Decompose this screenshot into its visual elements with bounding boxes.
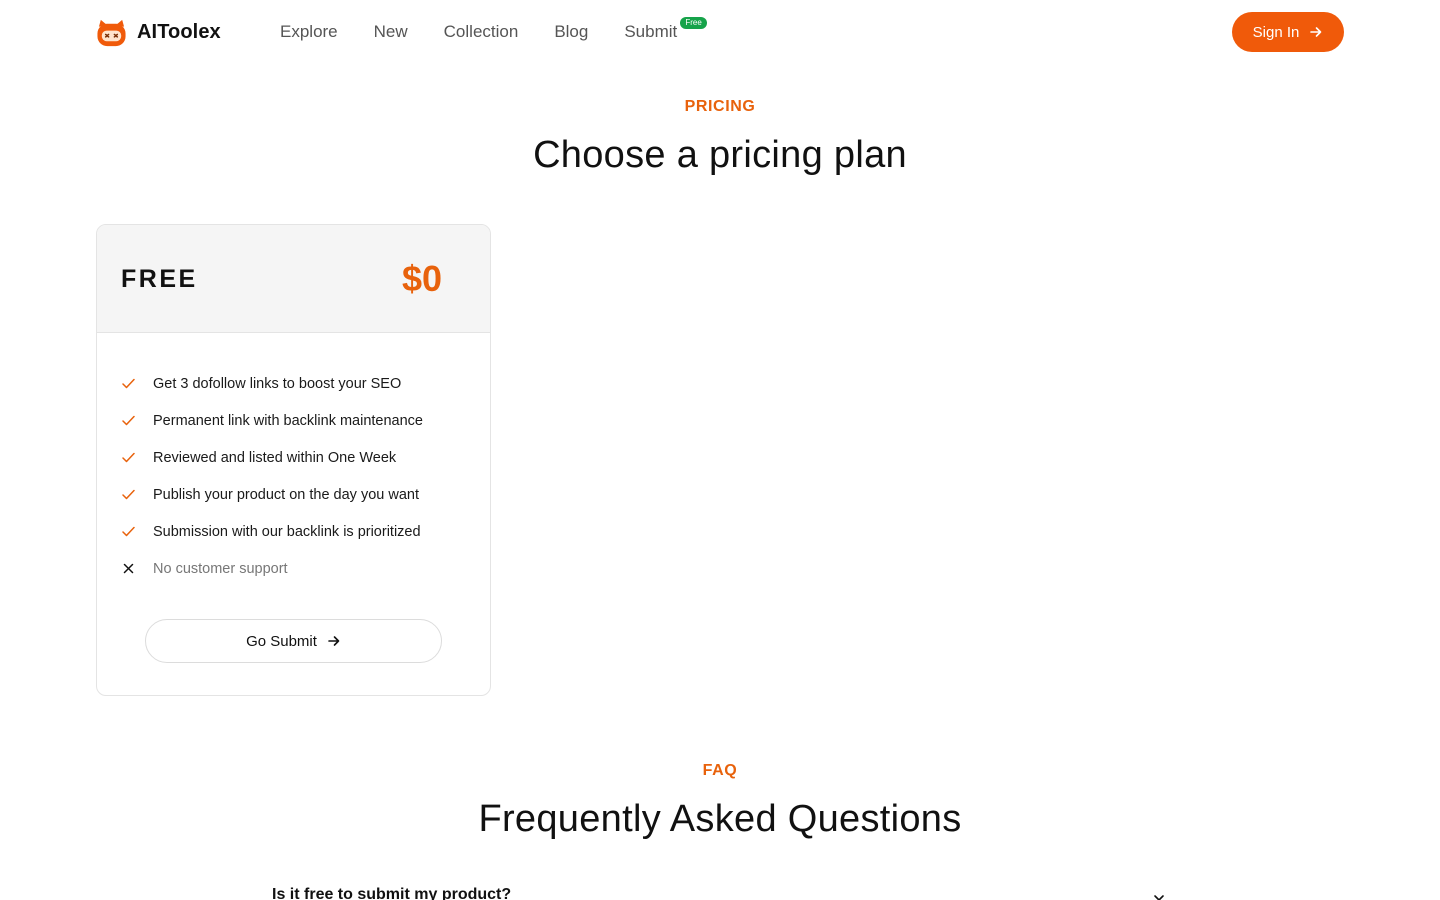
- pricing-eyebrow: PRICING: [684, 98, 756, 115]
- go-submit-button[interactable]: Go Submit: [145, 619, 442, 663]
- nav-collection[interactable]: Collection: [444, 22, 519, 42]
- brand-logo[interactable]: AIToolex: [96, 16, 221, 48]
- plan-name: FREE: [121, 265, 198, 293]
- brand-name: AIToolex: [137, 20, 221, 43]
- main-nav: Explore New Collection Blog Submit Free: [280, 17, 713, 44]
- free-badge: Free: [680, 17, 707, 29]
- check-icon: [122, 489, 135, 500]
- arrow-right-icon: [328, 636, 340, 646]
- nav-blog[interactable]: Blog: [554, 22, 588, 42]
- feature-text: Submission with our backlink is prioriti…: [153, 523, 421, 540]
- check-icon: [122, 526, 135, 537]
- plan-price: $0: [401, 258, 442, 299]
- x-icon: [123, 563, 134, 574]
- feature-text: No customer support: [153, 560, 288, 577]
- arrow-right-icon: [1310, 27, 1322, 37]
- nav-explore[interactable]: Explore: [280, 22, 338, 42]
- pricing-title: Choose a pricing plan: [533, 134, 907, 176]
- feature-item: Reviewed and listed within One Week: [121, 439, 423, 476]
- nav-submit-label: Submit: [624, 22, 678, 41]
- go-submit-label: Go Submit: [246, 632, 317, 650]
- pricing-card-free: FREE $0 Get 3 dofollow links to boost yo…: [96, 224, 491, 696]
- close-icon[interactable]: [1152, 893, 1166, 900]
- feature-text: Permanent link with backlink maintenance: [153, 412, 423, 429]
- faq-eyebrow: FAQ: [702, 762, 738, 779]
- feature-item: Get 3 dofollow links to boost your SEO: [121, 365, 423, 402]
- check-icon: [122, 452, 135, 463]
- sign-in-button[interactable]: Sign In: [1232, 12, 1344, 52]
- sign-in-label: Sign In: [1252, 23, 1300, 41]
- feature-text: Reviewed and listed within One Week: [153, 449, 397, 466]
- feature-item: Permanent link with backlink maintenance: [121, 402, 423, 439]
- feature-item: Submission with our backlink is prioriti…: [121, 513, 423, 550]
- check-icon: [122, 378, 135, 389]
- feature-text: Get 3 dofollow links to boost your SEO: [153, 375, 402, 392]
- feature-list: Get 3 dofollow links to boost your SEO P…: [121, 365, 423, 587]
- nav-submit[interactable]: Submit Free: [624, 17, 707, 42]
- robot-cat-icon: [97, 19, 126, 46]
- faq-item[interactable]: Is it free to submit my product?: [272, 886, 1168, 900]
- faq-title: Frequently Asked Questions: [478, 798, 962, 840]
- check-icon: [122, 415, 135, 426]
- pricing-card-header: FREE $0: [97, 225, 490, 333]
- feature-item: Publish your product on the day you want: [121, 476, 423, 513]
- faq-question: Is it free to submit my product?: [272, 886, 512, 900]
- site-header: AIToolex Explore New Collection Blog Sub…: [0, 0, 1440, 64]
- feature-text: Publish your product on the day you want: [153, 486, 419, 503]
- feature-item-excluded: No customer support: [121, 550, 423, 587]
- nav-new[interactable]: New: [374, 22, 408, 42]
